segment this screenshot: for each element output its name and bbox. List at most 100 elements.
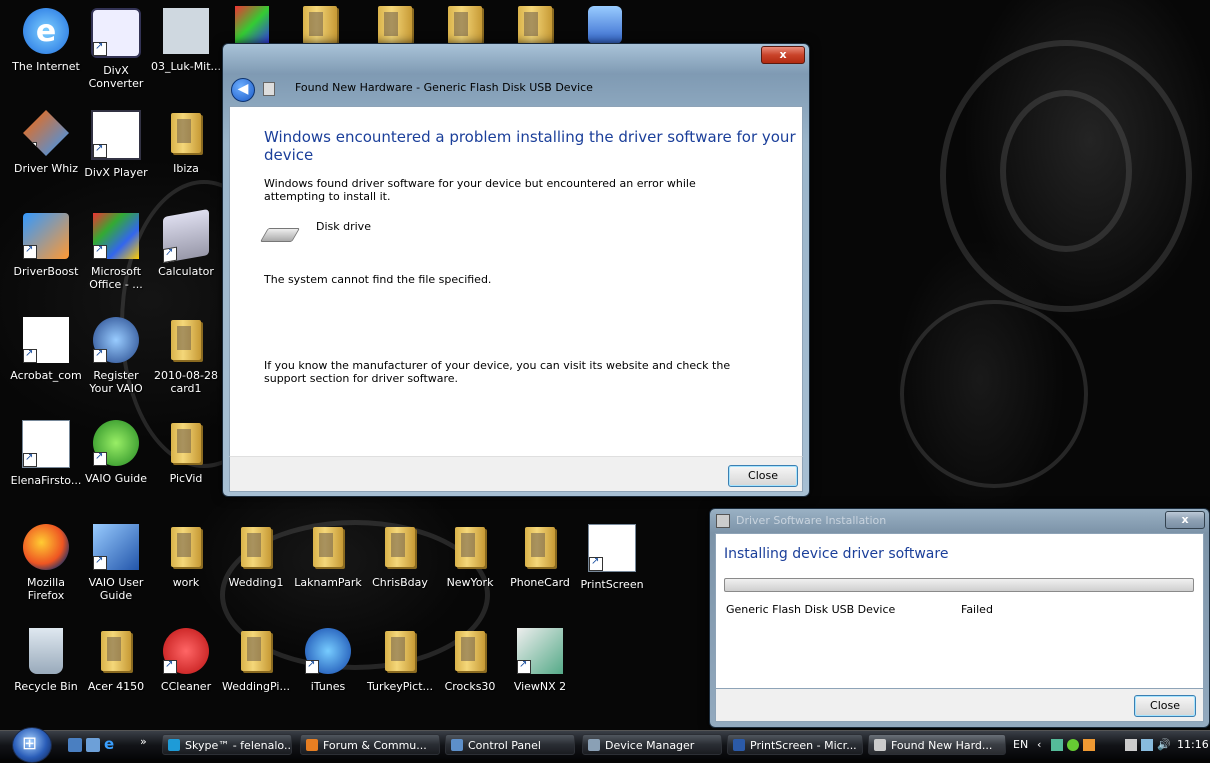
desktop-icon[interactable]: Mozilla Firefox <box>10 518 82 618</box>
desktop-icon[interactable]: WeddingPi... <box>220 622 292 722</box>
desktop-icon-label: LaknamPark <box>294 576 362 589</box>
desktop-icon[interactable]: VAIO Guide <box>80 414 152 514</box>
folder-icon[interactable] <box>303 6 337 44</box>
volume-icon[interactable]: 🔊 <box>1157 738 1171 751</box>
shortcut-arrow-icon <box>93 554 107 570</box>
folder-icon <box>163 317 209 363</box>
taskbar-button[interactable]: Found New Hard... <box>868 734 1006 755</box>
quicklaunch-overflow-icon[interactable]: » <box>140 735 147 748</box>
taskbar-button-label: Device Manager <box>605 739 695 752</box>
desktop-icon[interactable]: PicVid <box>150 414 222 514</box>
shortcut-arrow-icon <box>589 555 603 571</box>
folder-icon[interactable] <box>378 6 412 44</box>
desktop-icon[interactable]: Register Your VAIO <box>80 311 152 411</box>
taskbar-app-icon <box>451 739 463 751</box>
desktop-icon[interactable]: PhoneCard <box>504 518 576 618</box>
desktop-icon[interactable]: Recycle Bin <box>10 622 82 722</box>
desktop-icon[interactable]: e The Internet <box>10 2 82 102</box>
folder-shape <box>171 423 201 463</box>
taskbar-app-icon <box>306 739 318 751</box>
desktop-icon[interactable]: NewYork <box>434 518 506 618</box>
clock[interactable]: 11:16 <box>1177 738 1209 751</box>
desktop-icon-label: 2010-08-28 card1 <box>154 369 218 395</box>
folder-icon[interactable] <box>448 6 482 44</box>
desktop-icon[interactable]: Acer 4150 <box>80 622 152 722</box>
tray-expand-icon[interactable]: ‹ <box>1037 738 1041 751</box>
driver-install-window[interactable]: Driver Software Installation x Installin… <box>709 508 1210 728</box>
taskbar: e » Skype™ - felenalo... Forum & Commu...… <box>0 727 1210 763</box>
desktop-icon[interactable]: TurkeyPict... <box>364 622 436 722</box>
close-button[interactable]: Close <box>728 465 798 487</box>
shortcut-arrow-icon <box>93 243 107 259</box>
desktop-icon[interactable]: ElenaFirsto... <box>10 414 82 514</box>
desktop-icon[interactable]: iTunes <box>292 622 364 722</box>
taskbar-button[interactable]: Skype™ - felenalo... <box>162 734 292 755</box>
folder-icon <box>163 524 209 570</box>
ie-icon[interactable]: e <box>104 737 118 752</box>
desktop-icon[interactable]: Ibiza <box>150 104 222 204</box>
window-close-button[interactable]: x <box>1165 511 1205 529</box>
dialog-heading: Installing device driver software <box>724 546 949 562</box>
folder-icon <box>447 524 493 570</box>
usb-icon <box>263 82 275 96</box>
folder-icon <box>447 628 493 674</box>
desktop-icon[interactable]: DivX Player <box>80 104 152 204</box>
shortcut-arrow-icon <box>23 243 37 259</box>
desktop-icon[interactable]: LaknamPark <box>292 518 364 618</box>
desktop-icon[interactable]: ViewNX 2 <box>504 622 576 722</box>
found-new-hardware-window[interactable]: x ◀ Found New Hardware - Generic Flash D… <box>222 43 810 497</box>
security-icon[interactable] <box>1067 739 1079 751</box>
update-icon[interactable] <box>1083 739 1095 751</box>
desktop-icon[interactable]: 2010-08-28 card1 <box>150 311 222 411</box>
desktop-icon[interactable]: DivX Converter <box>80 2 152 102</box>
network-icon[interactable] <box>1051 739 1063 751</box>
taskbar-button[interactable]: PrintScreen - Micr... <box>727 734 863 755</box>
shortcut-arrow-icon <box>93 142 107 158</box>
window-close-button[interactable]: x <box>761 46 805 64</box>
desktop-icon-label: CCleaner <box>160 680 212 693</box>
desktop-icon[interactable]: VAIO User Guide <box>80 518 152 618</box>
folder-shape <box>455 631 485 671</box>
taskbar-button[interactable]: Control Panel <box>445 734 575 755</box>
desktop-icon-label: Acrobat_com <box>10 369 82 382</box>
desktop-icon-label: PhoneCard <box>510 576 570 589</box>
desktop-icon[interactable]: work <box>150 518 222 618</box>
app-icon[interactable] <box>235 6 269 44</box>
device-icon[interactable] <box>1125 739 1137 751</box>
desktop-icon[interactable]: Wedding1 <box>220 518 292 618</box>
office-icon <box>93 213 139 259</box>
desktop-icon[interactable]: 03_Luk-Mit... <box>150 2 222 102</box>
desktop-icon[interactable]: Crocks30 <box>434 622 506 722</box>
desktop-icon-label: Mozilla Firefox <box>27 576 65 602</box>
desktop-icon[interactable]: Calculator <box>150 207 222 307</box>
desktop-icon-label: DivX Converter <box>88 64 144 90</box>
battery-icon[interactable] <box>1141 739 1153 751</box>
switch-windows-icon[interactable] <box>86 738 100 752</box>
desktop-icon[interactable]: Acrobat_com <box>10 311 82 411</box>
desktop-icon[interactable]: PrintScreen <box>576 518 648 618</box>
window-title: Driver Software Installation <box>736 514 887 527</box>
shortcut-arrow-icon <box>93 450 107 466</box>
show-desktop-icon[interactable] <box>68 738 82 752</box>
language-indicator[interactable]: EN <box>1013 738 1028 751</box>
music-file-icon <box>163 8 209 54</box>
taskbar-button[interactable]: Forum & Commu... <box>300 734 440 755</box>
app-icon[interactable] <box>588 6 622 44</box>
taskbar-button[interactable]: Device Manager <box>582 734 722 755</box>
driverboost-icon <box>23 213 69 259</box>
desktop-icon-label: Calculator <box>158 265 214 278</box>
desktop-icon-label: work <box>172 576 200 589</box>
back-button[interactable]: ◀ <box>231 78 255 102</box>
desktop-icon[interactable]: DriverBoost <box>10 207 82 307</box>
desktop-icon[interactable]: Microsoft Office - ... <box>80 207 152 307</box>
system-tray: EN ‹ 🔊 11:16 <box>1005 731 1210 759</box>
folder-icon[interactable] <box>518 6 552 44</box>
desktop-icon[interactable]: Driver Whiz <box>10 104 82 204</box>
desktop-icon[interactable]: CCleaner <box>150 622 222 722</box>
folder-shape <box>455 527 485 567</box>
desktop-icon[interactable]: ChrisBday <box>364 518 436 618</box>
close-button[interactable]: Close <box>1134 695 1196 717</box>
folder-icon <box>93 628 139 674</box>
taskbar-button-label: PrintScreen - Micr... <box>750 739 857 752</box>
viewnx-icon <box>517 628 563 674</box>
